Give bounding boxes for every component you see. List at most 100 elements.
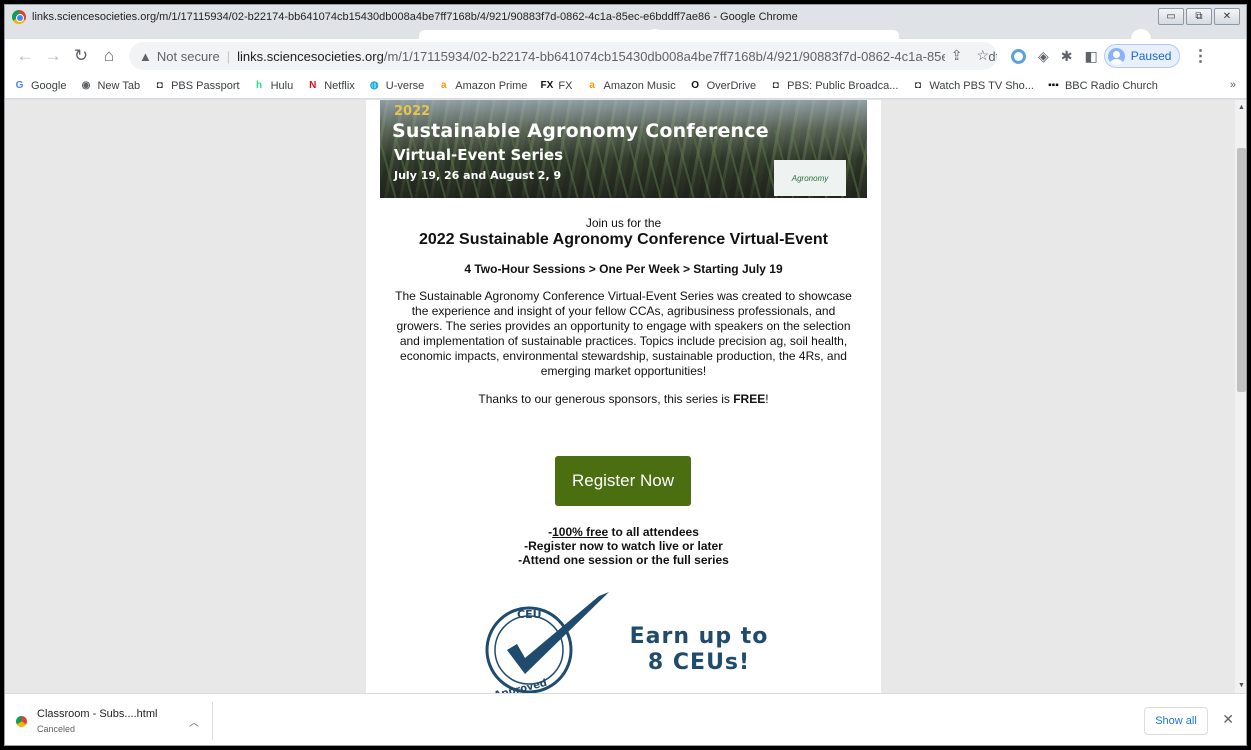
sponsors-text: Thanks to our generous sponsors, this se…: [478, 392, 734, 406]
bookmark-label: FX: [558, 79, 573, 92]
window-controls: ▭ ⧉ ✕: [1158, 8, 1240, 25]
download-filename: Classroom - Subs....html: [37, 708, 158, 720]
conference-banner: 2022 Sustainable Agronomy Conference Vir…: [380, 100, 867, 198]
extensions-area: ◈ ✱ ◧: [1011, 48, 1098, 65]
overdrive-icon: O: [691, 80, 700, 91]
restore-button[interactable]: ⧉: [1186, 8, 1212, 25]
close-button[interactable]: ✕: [1214, 8, 1240, 25]
minimize-button[interactable]: ▭: [1158, 8, 1184, 25]
earn-ceus: Earn up to 8 CEUs!: [624, 624, 774, 676]
bbc-icon: ▪▪▪: [1048, 80, 1059, 91]
browser-window: links.sciencesocieties.org/m/1/17115934/…: [4, 4, 1247, 746]
forward-arrow-icon[interactable]: →: [39, 42, 67, 70]
side-panel-icon[interactable]: ◧: [1085, 48, 1098, 65]
download-info: Classroom - Subs....html Canceled: [37, 708, 157, 734]
agronomy-logo: Agronomy: [774, 160, 846, 196]
pbs-icon: ◘: [772, 80, 779, 91]
ceu-approved-seal-icon: CEU Approved: [485, 592, 609, 693]
globe-icon: ◉: [81, 80, 91, 91]
netflix-icon: N: [309, 80, 317, 91]
register-now-button[interactable]: Register Now: [555, 456, 691, 506]
bookmark-item[interactable]: ◉ New Tab: [79, 79, 140, 92]
banner-subtitle: Virtual-Event Series: [394, 146, 564, 164]
bookmarks-overflow-icon[interactable]: »: [1230, 79, 1236, 91]
banner-title: Sustainable Agronomy Conference: [392, 120, 769, 142]
perk-free-underlined: 100% free: [552, 525, 609, 539]
bookmark-label: Netflix: [324, 79, 355, 92]
page-scrollbar[interactable]: ▲ ▼: [1235, 100, 1246, 693]
perk-watch: -Register now to watch live or later: [524, 539, 723, 553]
security-label[interactable]: Not secure: [157, 49, 220, 64]
amazon-icon: a: [589, 80, 595, 91]
event-heading: 2022 Sustainable Agronomy Conference Vir…: [418, 231, 828, 248]
sessions-line: 4 Two-Hour Sessions > One Per Week > Sta…: [464, 262, 783, 276]
att-icon: ◍: [369, 80, 379, 91]
new-tab-indicator: [1131, 29, 1151, 39]
scroll-thumb[interactable]: [1237, 148, 1246, 392]
bookmark-label: Amazon Music: [603, 79, 676, 92]
chrome-download-icon: [16, 715, 27, 727]
sponsors-bang: !: [765, 392, 769, 406]
bookmark-item[interactable]: G Google: [13, 79, 67, 92]
avatar-icon: [1107, 47, 1125, 65]
bookmark-star-icon[interactable]: ☆: [976, 47, 989, 64]
warning-triangle-icon[interactable]: ▲: [139, 49, 152, 64]
scroll-up-icon[interactable]: ▲: [1238, 104, 1245, 111]
url-host: links.sciencesocieties.org: [237, 48, 384, 64]
earn-line-2: 8 CEUs!: [647, 650, 751, 675]
home-icon[interactable]: ⌂: [95, 42, 123, 70]
title-bar: links.sciencesocieties.org/m/1/17115934/…: [5, 5, 1246, 29]
show-all-button[interactable]: Show all: [1144, 707, 1208, 735]
bookmark-item[interactable]: ◘ Watch PBS TV Sho...: [911, 79, 1034, 92]
extension-puzzle-alt-icon[interactable]: ◈: [1038, 48, 1049, 65]
bookmark-label: Google: [31, 79, 67, 92]
extensions-puzzle-icon[interactable]: ✱: [1061, 48, 1073, 65]
download-item[interactable]: Classroom - Subs....html Canceled ︿: [13, 702, 213, 740]
page-viewport: 2022 Sustainable Agronomy Conference Vir…: [5, 100, 1235, 693]
free-label: FREE: [733, 392, 766, 406]
bookmark-label: Watch PBS TV Sho...: [929, 79, 1034, 92]
bookmark-item[interactable]: ◘ PBS: Public Broadca...: [769, 79, 899, 92]
bookmark-item[interactable]: N Netflix: [306, 79, 355, 92]
download-status: Canceled: [37, 724, 76, 734]
bookmark-item[interactable]: ◍ U-verse: [368, 79, 425, 92]
bookmark-item[interactable]: ◘ PBS Passport: [153, 79, 240, 92]
tab-strip: [5, 29, 1246, 39]
share-icon[interactable]: ⇪: [951, 47, 963, 64]
reload-icon[interactable]: ↻: [67, 42, 95, 70]
bookmark-label: PBS: Public Broadca...: [787, 79, 899, 92]
fx-icon: FX: [540, 80, 554, 91]
downloads-shelf: Classroom - Subs....html Canceled ︿ Show…: [5, 693, 1246, 745]
chevron-up-icon[interactable]: ︿: [189, 714, 199, 729]
scroll-down-icon[interactable]: ▼: [1238, 682, 1245, 689]
menu-kebab-icon[interactable]: ⋮: [1192, 46, 1208, 66]
event-description: The Sustainable Agronomy Conference Virt…: [395, 289, 852, 378]
url-path: /m/1/17115934/02-b22174-bb641074cb15430d…: [383, 48, 997, 64]
google-icon: G: [15, 80, 24, 91]
address-bar[interactable]: ▲ Not secure | links.sciencesocieties.or…: [129, 42, 997, 70]
bookmark-item[interactable]: ▪▪▪ BBC Radio Church: [1047, 79, 1158, 92]
email-body: 2022 Sustainable Agronomy Conference Vir…: [366, 100, 881, 693]
bookmark-item[interactable]: O OverDrive: [689, 79, 756, 92]
bookmark-label: Amazon Prime: [455, 79, 528, 92]
extension-circle-icon[interactable]: [1011, 48, 1026, 64]
banner-year: 2022: [394, 104, 431, 119]
chrome-icon: [12, 10, 26, 24]
window-title: links.sciencesocieties.org/m/1/17115934/…: [32, 11, 798, 23]
sponsors-line: Thanks to our generous sponsors, this se…: [380, 392, 867, 406]
bookmark-item[interactable]: a Amazon Music: [585, 79, 675, 92]
bookmark-item[interactable]: a Amazon Prime: [437, 79, 527, 92]
back-arrow-icon[interactable]: ←: [11, 42, 39, 70]
close-shelf-icon[interactable]: ✕: [1222, 711, 1234, 728]
amazon-icon: a: [441, 80, 447, 91]
pbs-icon: ◘: [914, 80, 921, 91]
bookmarks-bar: G Google ◉ New Tab ◘ PBS Passport h Hulu N Netfli…: [5, 73, 1246, 99]
pbs-icon: ◘: [156, 80, 163, 91]
profile-button[interactable]: Paused: [1103, 44, 1181, 68]
earn-line-1: Earn up to: [629, 624, 769, 649]
bookmark-item[interactable]: h Hulu: [253, 79, 293, 92]
bookmark-item[interactable]: FX FX: [540, 79, 573, 92]
join-line: Join us for the: [585, 216, 662, 230]
bookmark-label: U-verse: [385, 79, 425, 92]
bookmark-label: PBS Passport: [171, 79, 240, 92]
